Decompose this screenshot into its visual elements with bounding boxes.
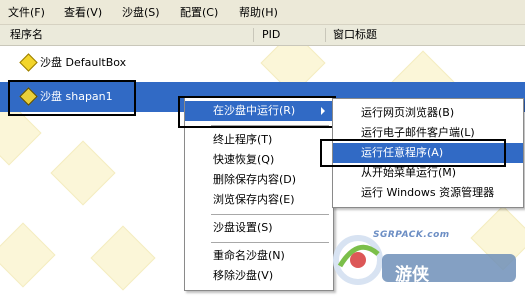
menu-bar: 文件(F) 查看(V) 沙盘(S) 配置(C) 帮助(H) bbox=[0, 0, 525, 25]
watermark-diamond bbox=[90, 225, 156, 291]
highlight-box-run-in-sandbox bbox=[178, 96, 336, 128]
column-divider bbox=[325, 28, 326, 42]
menu-sandbox[interactable]: 沙盘(S) bbox=[120, 5, 162, 20]
menu-item-label: 重命名沙盘(N) bbox=[213, 249, 285, 262]
watermark-domain: SGRPACK.com bbox=[373, 230, 450, 240]
submenu-item-web-browser[interactable]: 运行网页浏览器(B) bbox=[333, 103, 523, 123]
menu-item-remove-sandbox[interactable]: 移除沙盘(V) bbox=[185, 266, 333, 286]
column-pid[interactable]: PID bbox=[262, 28, 280, 42]
menu-item-label: 移除沙盘(V) bbox=[213, 269, 274, 282]
watermark-diamond bbox=[50, 140, 116, 206]
menu-item-rename-sandbox[interactable]: 重命名沙盘(N) bbox=[185, 246, 333, 266]
menu-view[interactable]: 查看(V) bbox=[62, 5, 104, 20]
watermark-brand: 游侠 bbox=[395, 265, 429, 285]
highlight-box-sandbox bbox=[8, 80, 136, 116]
sandbox-icon bbox=[19, 53, 38, 72]
list-header: 程序名 PID 窗口标题 bbox=[0, 25, 525, 46]
menu-item-terminate[interactable]: 终止程序(T) bbox=[185, 130, 333, 150]
submenu-item-windows-explorer[interactable]: 运行 Windows 资源管理器 bbox=[333, 183, 523, 203]
menu-separator bbox=[211, 214, 329, 215]
menu-item-label: 沙盘设置(S) bbox=[213, 221, 273, 234]
menu-item-label: 浏览保存内容(E) bbox=[213, 193, 295, 206]
column-window-title[interactable]: 窗口标题 bbox=[333, 28, 377, 42]
menu-item-explore-contents[interactable]: 浏览保存内容(E) bbox=[185, 190, 333, 210]
menu-item-label: 运行网页浏览器(B) bbox=[361, 106, 455, 119]
menu-item-label: 运行电子邮件客户端(L) bbox=[361, 126, 475, 139]
watermark-diamond bbox=[0, 222, 56, 288]
menu-item-label: 删除保存内容(D) bbox=[213, 173, 297, 186]
menu-item-quick-recover[interactable]: 快速恢复(Q) bbox=[185, 150, 333, 170]
menu-item-label: 终止程序(T) bbox=[213, 133, 273, 146]
menu-separator bbox=[211, 242, 329, 243]
menu-item-label: 从开始菜单运行(M) bbox=[361, 166, 457, 179]
column-program-name[interactable]: 程序名 bbox=[10, 28, 43, 42]
column-divider bbox=[253, 28, 254, 42]
menu-config[interactable]: 配置(C) bbox=[178, 5, 220, 20]
menu-file[interactable]: 文件(F) bbox=[6, 5, 47, 20]
menu-item-delete-contents[interactable]: 删除保存内容(D) bbox=[185, 170, 333, 190]
menu-item-label: 快速恢复(Q) bbox=[213, 153, 275, 166]
highlight-box-run-any-program bbox=[320, 139, 506, 167]
menu-item-sandbox-settings[interactable]: 沙盘设置(S) bbox=[185, 218, 333, 238]
list-item[interactable]: 沙盘 DefaultBox bbox=[0, 48, 525, 78]
menu-help[interactable]: 帮助(H) bbox=[237, 5, 280, 20]
menu-item-label: 运行 Windows 资源管理器 bbox=[361, 186, 495, 199]
sandbox-label: 沙盘 DefaultBox bbox=[40, 56, 127, 69]
